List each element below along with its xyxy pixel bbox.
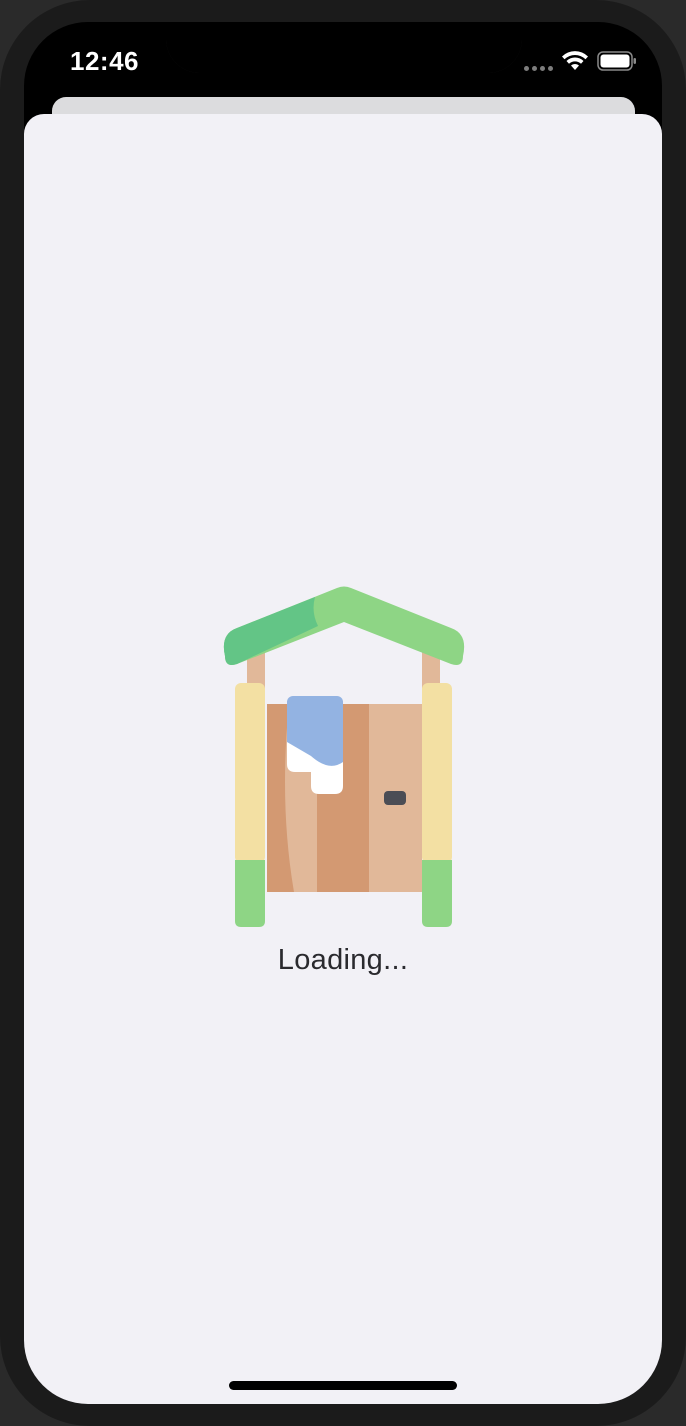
- home-indicator[interactable]: [229, 1381, 457, 1390]
- cellular-signal-icon: [524, 66, 553, 71]
- outhouse-illustration: [223, 586, 465, 927]
- battery-icon: [597, 51, 636, 71]
- status-time: 12:46: [70, 46, 139, 76]
- status-bar: 12:46: [24, 22, 662, 100]
- loading-label: Loading...: [277, 944, 409, 976]
- modal-sheet: Loading...: [24, 114, 662, 1404]
- wifi-icon: [562, 51, 588, 70]
- device-frame: 12:46 Loading...: [0, 0, 686, 1426]
